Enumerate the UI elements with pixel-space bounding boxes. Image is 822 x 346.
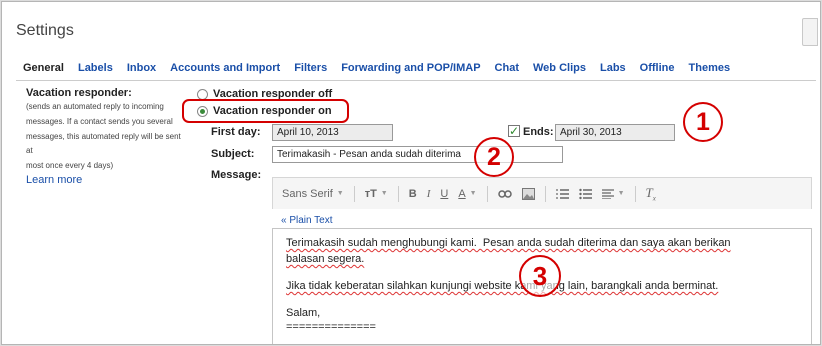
text-size-button[interactable]: тT ▼ [365, 188, 388, 200]
message-line: Terimakasih sudah menghubungi kami. Pesa… [286, 237, 731, 249]
message-line: Salam, [286, 307, 321, 319]
toolbar-divider [353, 185, 355, 202]
ends-label: Ends: [523, 126, 554, 138]
bulleted-list-button[interactable] [578, 188, 592, 200]
text-color-icon: A [458, 187, 466, 200]
annotation-badge-2: 2 [474, 137, 514, 177]
align-button[interactable]: ▼ [601, 188, 625, 199]
vacation-desc-line: messages. If a contact sends you several [26, 117, 173, 126]
italic-icon: I [426, 187, 431, 200]
text-size-icon: тT [364, 187, 377, 200]
vacation-label: Vacation responder: [26, 87, 132, 99]
underline-icon: U [440, 187, 449, 200]
subject-input[interactable]: Terimakasih - Pesan anda sudah diterima [272, 146, 563, 163]
toolbar-divider [486, 185, 488, 202]
tab-labs[interactable]: Labs [593, 62, 633, 82]
italic-button[interactable]: I [427, 188, 431, 200]
bold-icon: B [408, 187, 417, 200]
message-line: ============== [286, 321, 376, 333]
clear-format-icon: Tx [645, 184, 656, 203]
bulleted-list-icon [578, 188, 592, 199]
clear-format-button[interactable]: Tx [646, 185, 656, 203]
chevron-down-icon: ▼ [617, 190, 625, 197]
editor-toolbar: Sans Serif ▼ тT ▼ B I U A ▼ ▼ Tx [272, 177, 812, 209]
tab-offline[interactable]: Offline [633, 62, 682, 82]
align-icon [601, 188, 614, 199]
tab-web-clips[interactable]: Web Clips [526, 62, 593, 82]
image-button[interactable] [521, 187, 535, 200]
vacation-desc-line: messages, this automated reply will be s… [26, 132, 181, 155]
image-icon [521, 187, 535, 200]
toolbar-divider [544, 185, 546, 202]
link-icon [497, 189, 512, 198]
numbered-list-button[interactable] [555, 188, 569, 200]
toolbar-divider [634, 185, 636, 202]
chevron-down-icon: ▼ [336, 190, 344, 197]
settings-tabs: General Labels Inbox Accounts and Import… [16, 62, 737, 82]
tab-divider [16, 80, 816, 81]
radio-off[interactable] [197, 88, 208, 100]
first-day-input[interactable]: April 10, 2013 [272, 124, 393, 141]
vacation-description: Vacation responder: (sends an automated … [26, 87, 186, 186]
tab-forwarding[interactable]: Forwarding and POP/IMAP [334, 62, 487, 82]
ends-checkbox[interactable]: ✓ [508, 125, 520, 137]
font-selector[interactable]: Sans Serif ▼ [282, 188, 344, 200]
tab-inbox[interactable]: Inbox [120, 62, 163, 82]
tab-accounts-and-import[interactable]: Accounts and Import [163, 62, 287, 82]
bold-button[interactable]: B [409, 188, 417, 200]
tab-labels[interactable]: Labels [71, 62, 120, 82]
annotation-badge-3: 3 [519, 255, 561, 297]
first-day-label: First day: [211, 126, 261, 138]
top-right-button[interactable] [802, 18, 818, 46]
chevron-down-icon: ▼ [469, 190, 477, 197]
page-title: Settings [16, 22, 74, 39]
vacation-desc-line: (sends an automated reply to incoming [26, 102, 164, 111]
highlight-box [182, 99, 349, 123]
toolbar-divider [397, 185, 399, 202]
font-name: Sans Serif [282, 187, 333, 200]
chevron-down-icon: ▼ [380, 190, 388, 197]
vacation-desc-line: most once every 4 days) [26, 161, 114, 170]
plain-text-link[interactable]: « Plain Text [281, 215, 333, 226]
message-label: Message: [211, 169, 262, 181]
settings-window: Settings General Labels Inbox Accounts a… [1, 1, 821, 345]
learn-more-link[interactable]: Learn more [26, 174, 82, 186]
tab-chat[interactable]: Chat [488, 62, 526, 82]
subject-label: Subject: [211, 148, 255, 160]
ends-input[interactable]: April 30, 2013 [555, 124, 675, 141]
tab-general[interactable]: General [16, 62, 71, 82]
underline-button[interactable]: U [440, 188, 448, 200]
numbered-list-icon [555, 188, 569, 199]
tab-themes[interactable]: Themes [682, 62, 738, 82]
link-button[interactable] [497, 189, 512, 199]
annotation-badge-1: 1 [683, 102, 723, 142]
text-color-button[interactable]: A ▼ [458, 188, 476, 200]
tab-filters[interactable]: Filters [287, 62, 334, 82]
